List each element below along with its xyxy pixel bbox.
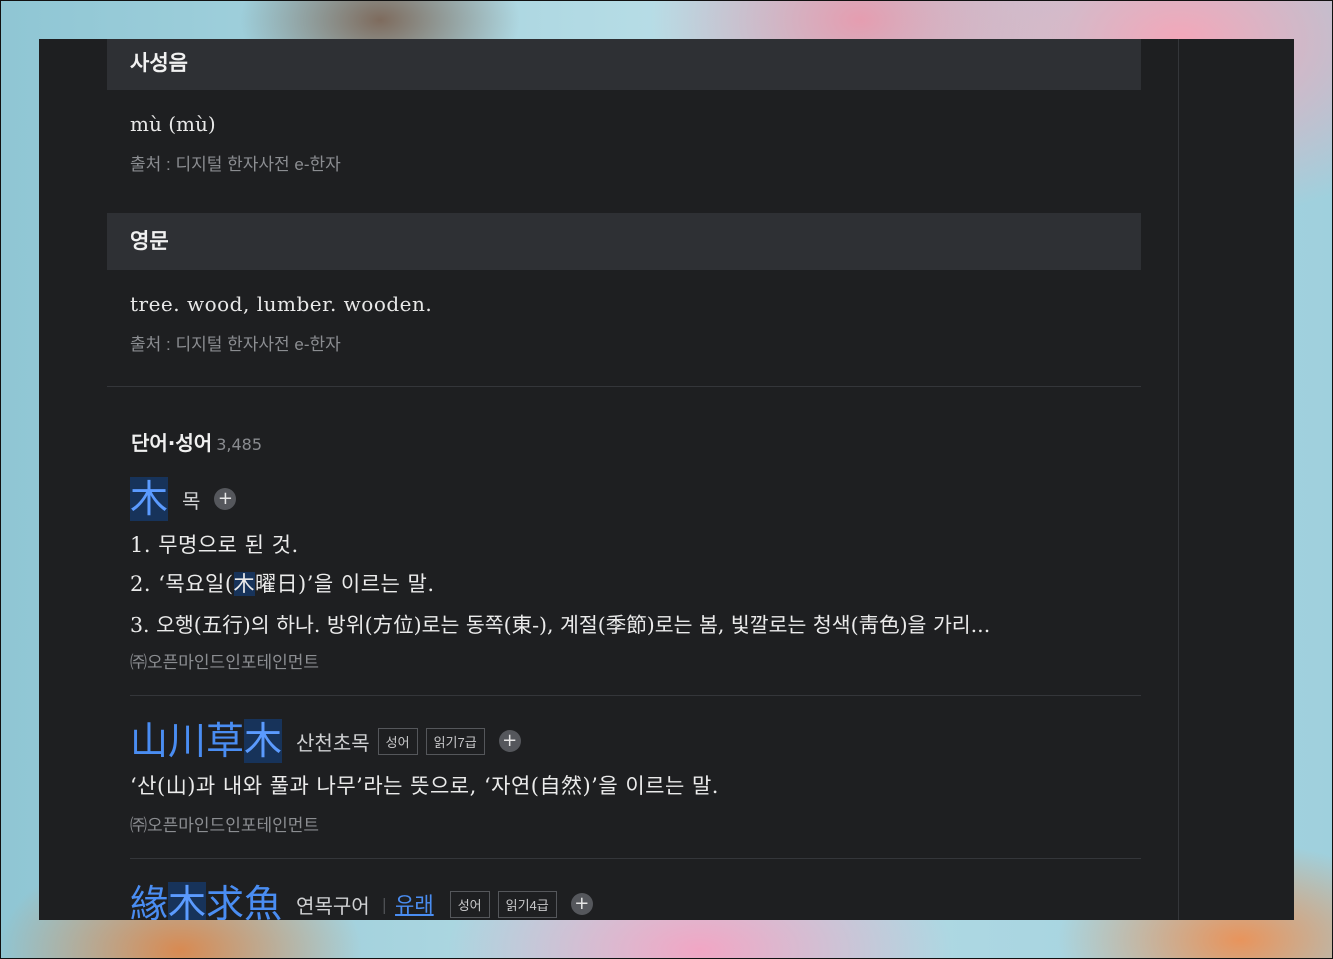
entry-hanja-link[interactable]: 緣木求魚 — [130, 882, 282, 920]
entry-hanja-link[interactable]: 山川草木 — [130, 719, 283, 763]
level-tag: 읽기4급 — [497, 890, 557, 918]
four-tones-title: 사성음 — [130, 51, 188, 75]
definition-text: 1. 무명으로 된 것. — [130, 533, 299, 557]
definition-line: 3. 오행(五行)의 하나. 방위(方位)로는 동쪽(東-), 계절(季節)로는… — [130, 608, 990, 638]
entry-reading: 산천초목 — [296, 730, 370, 755]
english-meaning: tree. wood, lumber. wooden. — [130, 292, 433, 316]
english-source: 출처 : 디지털 한자사전 e-한자 — [130, 335, 341, 354]
add-word-button[interactable]: + — [498, 730, 521, 752]
entry-source: ㈜오픈마인드인포테인먼트 — [130, 816, 320, 835]
definition-text: 2. ‘목요일( — [130, 572, 234, 596]
definition-text: 3. 오행(五行)의 하나. 방위(方位)로는 동쪽(東-), 계절(季節)로는… — [130, 613, 991, 637]
words-heading: 단어·성어 3,485 — [131, 427, 262, 456]
four-tones-source: 출처 : 디지털 한자사전 e-한자 — [130, 155, 341, 174]
hanja-text: 求魚 — [206, 882, 283, 920]
entry-reading: 목 — [182, 488, 201, 513]
hanja-text: 緣 — [130, 882, 169, 920]
words-title: 단어·성어 — [131, 431, 213, 455]
entry-hanja-link[interactable]: 木 — [130, 477, 169, 521]
add-word-button[interactable]: + — [214, 488, 237, 510]
entry-reading: 연목구어 — [296, 893, 370, 918]
definition-highlight: 木 — [233, 572, 256, 596]
entry-source: ㈜오픈마인드인포테인먼트 — [130, 653, 320, 672]
definition-line: 1. 무명으로 된 것. — [130, 529, 299, 559]
definition-line: 2. ‘목요일(木曜日)’을 이르는 말. — [130, 568, 435, 598]
words-count: 3,485 — [216, 435, 263, 454]
hanja-highlight: 木 — [130, 477, 169, 521]
definition-text: 曜日)’을 이르는 말. — [255, 572, 435, 596]
section-divider — [107, 386, 1141, 387]
dictionary-panel: 사성음 mù (mù) 출처 : 디지털 한자사전 e-한자 영문 tree. … — [39, 39, 1294, 920]
idiom-tag: 성어 — [377, 727, 418, 755]
definition-line: ‘산(山)과 내와 풀과 나무’라는 뜻으로, ‘자연(自然)’을 이르는 말. — [130, 774, 719, 798]
hanja-highlight: 木 — [168, 882, 207, 920]
four-tones-pinyin: mù (mù) — [130, 112, 216, 136]
sidebar-divider — [1178, 39, 1179, 920]
hanja-highlight: 木 — [244, 719, 283, 763]
word-entry-head: 山川草木 산천초목 성어 읽기7급 + — [130, 719, 521, 763]
entry-divider — [130, 858, 1141, 859]
idiom-tag: 성어 — [449, 890, 490, 918]
level-tag: 읽기7급 — [425, 727, 485, 755]
entry-divider — [130, 695, 1141, 696]
word-entry-head: 緣木求魚 연목구어 | 유래 성어 읽기4급 + — [130, 882, 593, 920]
origin-link[interactable]: 유래 — [395, 889, 434, 919]
separator: | — [381, 894, 388, 914]
english-title: 영문 — [130, 229, 169, 253]
word-entry-head: 木 목 + — [130, 477, 237, 521]
add-word-button[interactable]: + — [570, 893, 593, 915]
hanja-text: 山川草 — [130, 719, 245, 763]
english-header: 영문 — [107, 213, 1141, 270]
four-tones-header: 사성음 — [107, 39, 1141, 90]
